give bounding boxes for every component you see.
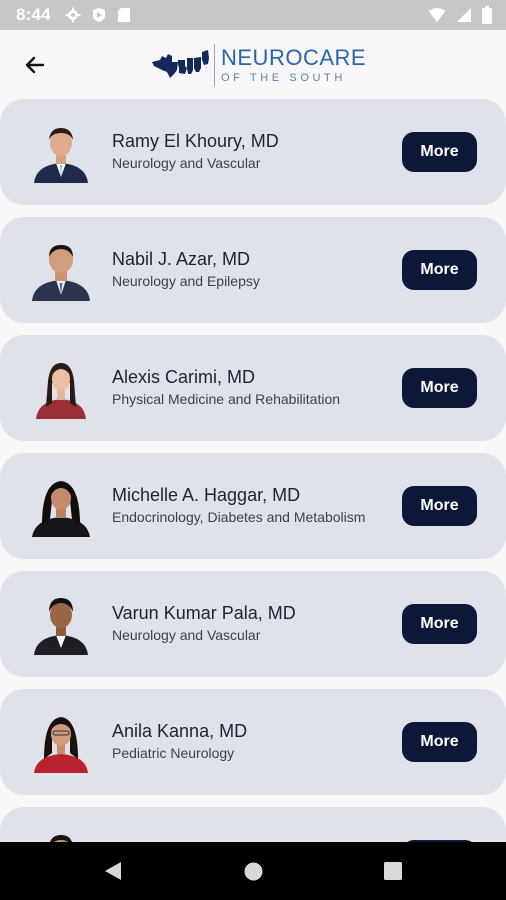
sd-card-icon [117, 7, 131, 23]
doctor-specialty: Neurology and Vascular [112, 155, 261, 171]
nav-recents-icon[interactable] [384, 862, 402, 885]
doctor-avatar [30, 475, 92, 537]
doctor-card[interactable]: Ramy El Khoury, MD Neurology and Vascula… [0, 99, 506, 205]
state-map-icon [152, 50, 209, 78]
gear-icon [65, 7, 81, 23]
app-screen: 8:44 NEUROCARE OF THE SOUTH Ramy El Khou… [0, 0, 506, 900]
back-button[interactable] [18, 48, 52, 82]
doctor-info: Anila Kanna, MD Pediatric Neurology [112, 719, 392, 763]
doctor-avatar [30, 357, 92, 419]
doctor-avatar [30, 593, 92, 655]
more-button[interactable]: More [402, 368, 477, 408]
doctor-card[interactable]: Nabil J. Azar, MD Neurology and Epilepsy… [0, 217, 506, 323]
doctor-avatar [30, 121, 92, 183]
logo-divider [214, 44, 215, 86]
status-time: 8:44 [16, 5, 51, 24]
logo-subtitle: OF THE SOUTH [221, 71, 346, 84]
signal-icon [456, 7, 472, 23]
doctor-card[interactable]: Michelle A. Haggar, MD Endocrinology, Di… [0, 453, 506, 559]
shield-icon [91, 7, 107, 23]
doctor-specialty: Neurology and Epilepsy [112, 273, 260, 289]
doctor-card[interactable]: Anila Kanna, MD Pediatric Neurology More [0, 689, 506, 795]
status-bar: 8:44 [0, 0, 506, 30]
doctor-avatar [30, 239, 92, 301]
doctor-info: Michelle A. Haggar, MD Endocrinology, Di… [112, 483, 392, 527]
system-nav-bar [0, 842, 506, 900]
doctor-name: Nabil J. Azar, MD [112, 249, 251, 269]
status-left-icons [65, 7, 131, 23]
doctor-specialty: Pediatric Neurology [112, 745, 235, 761]
wifi-icon [428, 7, 446, 23]
more-button[interactable]: More [402, 722, 477, 762]
doctor-list[interactable]: Ramy El Khoury, MD Neurology and Vascula… [0, 98, 506, 842]
logo-name-part1: NEURO [221, 44, 303, 70]
more-button[interactable]: More [402, 250, 477, 290]
doctor-avatar [30, 829, 92, 842]
nav-back-icon[interactable] [103, 861, 123, 886]
app-header: NEUROCARE OF THE SOUTH [0, 30, 506, 98]
doctor-avatar [30, 711, 92, 773]
doctor-info: Varun Kumar Pala, MD Neurology and Vascu… [112, 601, 392, 645]
doctor-card[interactable]: Alexis Carimi, MD Physical Medicine and … [0, 335, 506, 441]
brand-logo: NEUROCARE OF THE SOUTH [152, 40, 366, 90]
nav-home-icon[interactable] [244, 862, 263, 886]
logo-text: NEUROCARE OF THE SOUTH [221, 44, 367, 85]
doctor-name: Ramy El Khoury, MD [112, 131, 279, 151]
more-button[interactable]: More [402, 604, 477, 644]
doctor-card[interactable]: Varun Kumar Pala, MD Neurology and Vascu… [0, 571, 506, 677]
doctor-info: Nabil J. Azar, MD Neurology and Epilepsy [112, 247, 392, 291]
doctor-name: Anila Kanna, MD [112, 721, 248, 741]
doctor-specialty: Physical Medicine and Rehabilitation [112, 391, 341, 407]
more-button[interactable]: More [402, 486, 477, 526]
doctor-name: Alexis Carimi, MD [112, 367, 256, 387]
doctor-info: Alexis Carimi, MD Physical Medicine and … [112, 365, 392, 409]
more-button[interactable]: More [402, 132, 477, 172]
doctor-name: Varun Kumar Pala, MD [112, 603, 296, 623]
status-right-icons [428, 6, 492, 24]
battery-icon [482, 6, 492, 24]
logo-name: NEUROCARE [221, 44, 367, 70]
doctor-info: Ramy El Khoury, MD Neurology and Vascula… [112, 129, 392, 173]
doctor-specialty: Endocrinology, Diabetes and Metabolism [112, 509, 366, 525]
logo-name-part2: CARE [302, 44, 367, 70]
doctor-name: Michelle A. Haggar, MD [112, 485, 301, 505]
doctor-card[interactable] [0, 807, 506, 842]
arrow-left-icon [25, 56, 45, 74]
doctor-specialty: Neurology and Vascular [112, 627, 261, 643]
